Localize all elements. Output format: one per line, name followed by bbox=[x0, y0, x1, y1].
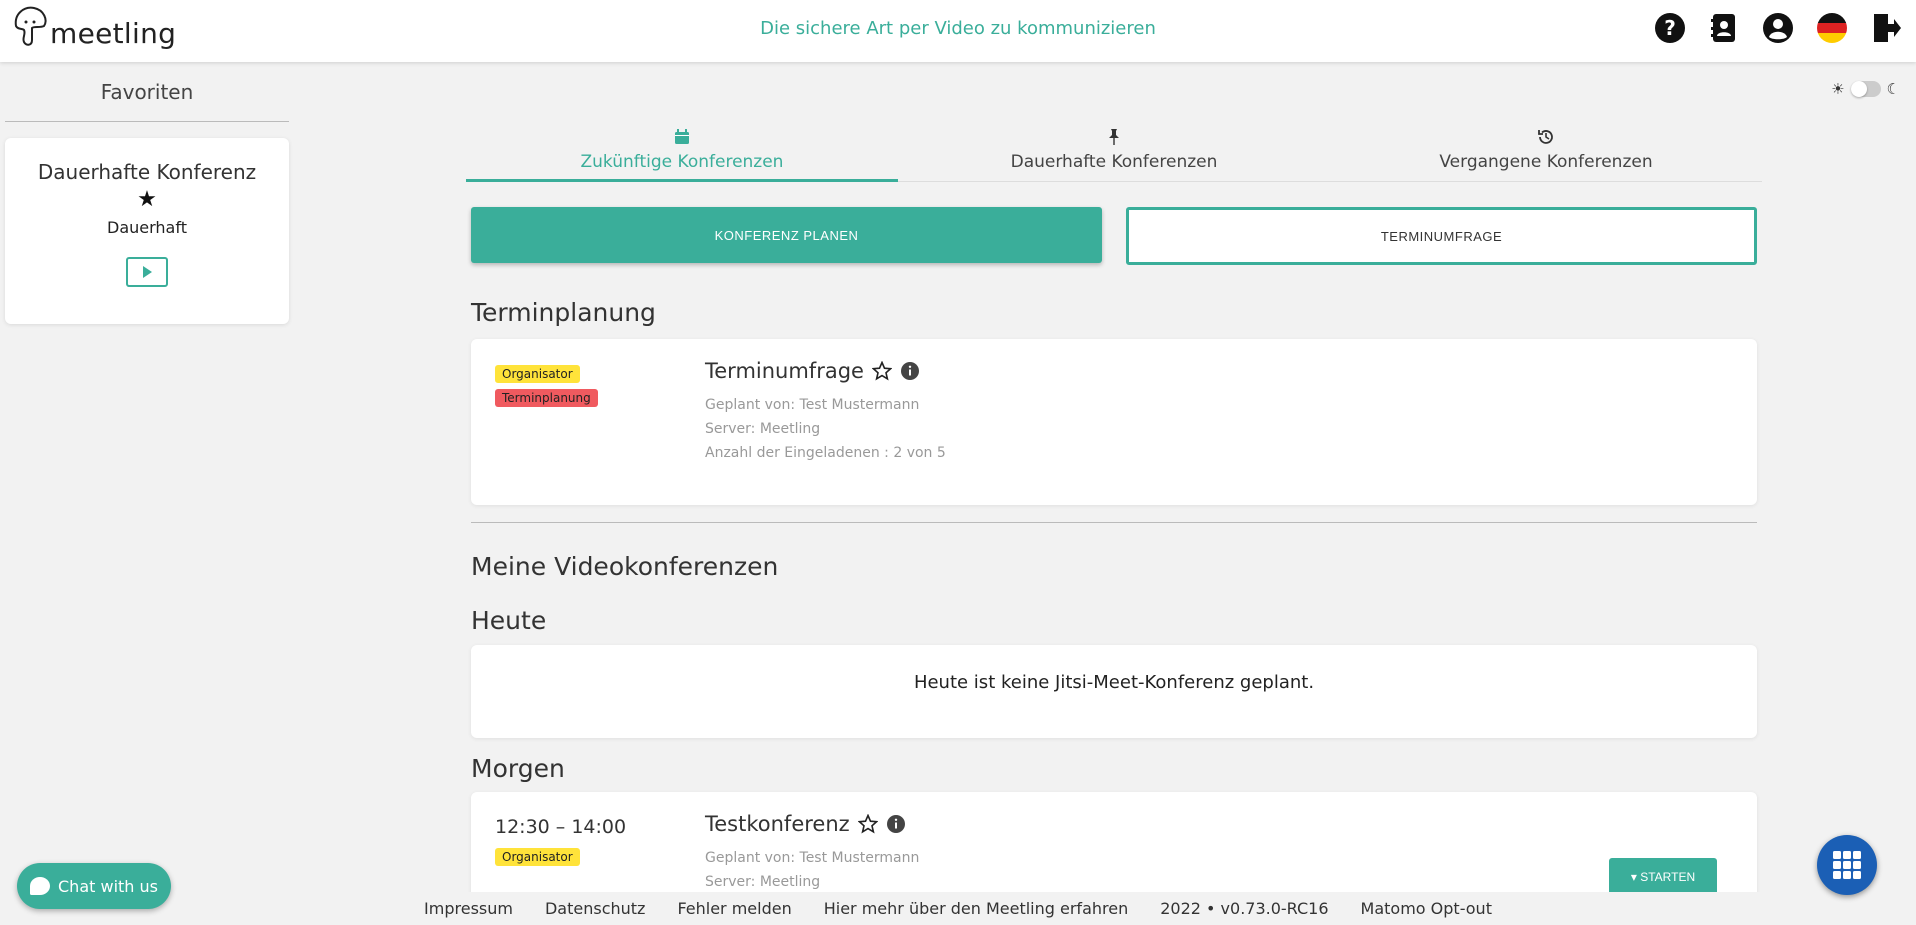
footer-link-matomo-optout[interactable]: Matomo Opt-out bbox=[1361, 899, 1492, 918]
tomorrow-heading: Morgen bbox=[471, 754, 565, 783]
conference-card[interactable]: 12:30 – 14:00 Organisator Testkonferenz … bbox=[471, 792, 1757, 902]
theme-toggle[interactable]: ☀ ☾ bbox=[1831, 80, 1900, 98]
info-icon[interactable] bbox=[886, 814, 906, 834]
svg-text:?: ? bbox=[1664, 16, 1676, 40]
scheduling-badge: Terminplanung bbox=[495, 389, 598, 407]
tab-label: Zukünftige Konferenzen bbox=[580, 152, 784, 172]
poll-invitees: Anzahl der Eingeladenen : 2 von 5 bbox=[705, 445, 946, 461]
chat-label: Chat with us bbox=[58, 876, 158, 896]
header-icon-bar: ? bbox=[1654, 12, 1902, 44]
conference-title: Testkonferenz bbox=[705, 812, 850, 836]
footer: Impressum Datenschutz Fehler melden Hier… bbox=[0, 892, 1916, 925]
chat-with-us-button[interactable]: Chat with us bbox=[17, 863, 171, 909]
poll-server: Server: Meetling bbox=[705, 421, 821, 437]
contacts-icon[interactable] bbox=[1708, 12, 1740, 44]
my-conferences-heading: Meine Videokonferenzen bbox=[471, 552, 779, 581]
start-conference-button[interactable]: ▾ STARTEN bbox=[1609, 858, 1717, 896]
poll-title: Terminumfrage bbox=[705, 359, 864, 383]
tab-permanent-conferences[interactable]: Dauerhafte Konferenzen bbox=[898, 120, 1330, 181]
favorite-card: Dauerhafte Konferenz ★ Dauerhaft bbox=[5, 138, 289, 324]
today-heading: Heute bbox=[471, 606, 547, 635]
german-flag-icon[interactable] bbox=[1816, 12, 1848, 44]
star-filled-icon[interactable]: ★ bbox=[5, 188, 289, 212]
favorite-play-button[interactable] bbox=[126, 257, 168, 287]
poll-planned-by: Geplant von: Test Mustermann bbox=[705, 397, 920, 413]
favorite-card-subtitle: Dauerhaft bbox=[107, 218, 187, 237]
footer-link-about[interactable]: Hier mehr über den Meetling erfahren bbox=[824, 899, 1129, 918]
plan-conference-button[interactable]: KONFERENZ PLANEN bbox=[471, 207, 1102, 263]
tab-label: Vergangene Konferenzen bbox=[1439, 152, 1653, 172]
conference-title-row: Testkonferenz bbox=[705, 812, 919, 836]
help-icon[interactable]: ? bbox=[1654, 12, 1686, 44]
tagline: Die sichere Art per Video zu kommunizier… bbox=[760, 18, 1156, 39]
star-outline-icon[interactable] bbox=[857, 814, 878, 834]
footer-link-report-bug[interactable]: Fehler melden bbox=[677, 899, 791, 918]
logout-icon[interactable] bbox=[1870, 12, 1902, 44]
conference-planned-by: Geplant von: Test Mustermann bbox=[705, 850, 920, 866]
today-empty-message: Heute ist keine Jitsi-Meet-Konferenz gep… bbox=[913, 672, 1315, 693]
schedule-poll-button[interactable]: TERMINUMFRAGE bbox=[1126, 207, 1757, 265]
top-header: meetling Die sichere Art per Video zu ko… bbox=[0, 0, 1916, 62]
sun-icon: ☀ bbox=[1831, 80, 1845, 98]
history-icon bbox=[1538, 130, 1553, 144]
favorites-divider bbox=[5, 121, 289, 122]
theme-switch[interactable] bbox=[1850, 81, 1881, 97]
footer-link-privacy[interactable]: Datenschutz bbox=[545, 899, 645, 918]
apps-grid-button[interactable] bbox=[1817, 835, 1877, 895]
tab-label: Dauerhafte Konferenzen bbox=[1010, 152, 1218, 172]
chat-bubble-icon bbox=[30, 877, 50, 895]
poll-title-row: Terminumfrage bbox=[705, 359, 946, 383]
conference-server: Server: Meetling bbox=[705, 874, 821, 890]
footer-link-imprint[interactable]: Impressum bbox=[424, 899, 513, 918]
organizer-badge: Organisator bbox=[495, 365, 580, 383]
favorite-card-title: Dauerhafte Konferenz bbox=[37, 160, 257, 184]
footer-version: 2022 • v0.73.0-RC16 bbox=[1160, 899, 1329, 918]
today-card: Heute ist keine Jitsi-Meet-Konferenz gep… bbox=[471, 645, 1757, 738]
star-outline-icon[interactable] bbox=[871, 361, 892, 381]
grid-icon bbox=[1833, 851, 1861, 879]
conference-time: 12:30 – 14:00 bbox=[495, 816, 627, 838]
scheduling-heading: Terminplanung bbox=[471, 298, 656, 327]
calendar-icon bbox=[675, 129, 689, 144]
play-icon bbox=[143, 266, 152, 278]
conference-tabs: Zukünftige Konferenzen Dauerhafte Konfer… bbox=[466, 120, 1762, 182]
moon-icon: ☾ bbox=[1886, 80, 1900, 98]
info-icon[interactable] bbox=[900, 361, 920, 381]
poll-card[interactable]: Organisator Terminplanung Terminumfrage … bbox=[471, 339, 1757, 505]
section-divider bbox=[471, 522, 1757, 523]
favorites-title: Favoriten bbox=[100, 80, 194, 104]
organizer-badge: Organisator bbox=[495, 848, 580, 866]
tab-future-conferences[interactable]: Zukünftige Konferenzen bbox=[466, 120, 898, 182]
user-icon[interactable] bbox=[1762, 12, 1794, 44]
tab-past-conferences[interactable]: Vergangene Konferenzen bbox=[1330, 120, 1762, 181]
pin-icon bbox=[1109, 129, 1119, 145]
